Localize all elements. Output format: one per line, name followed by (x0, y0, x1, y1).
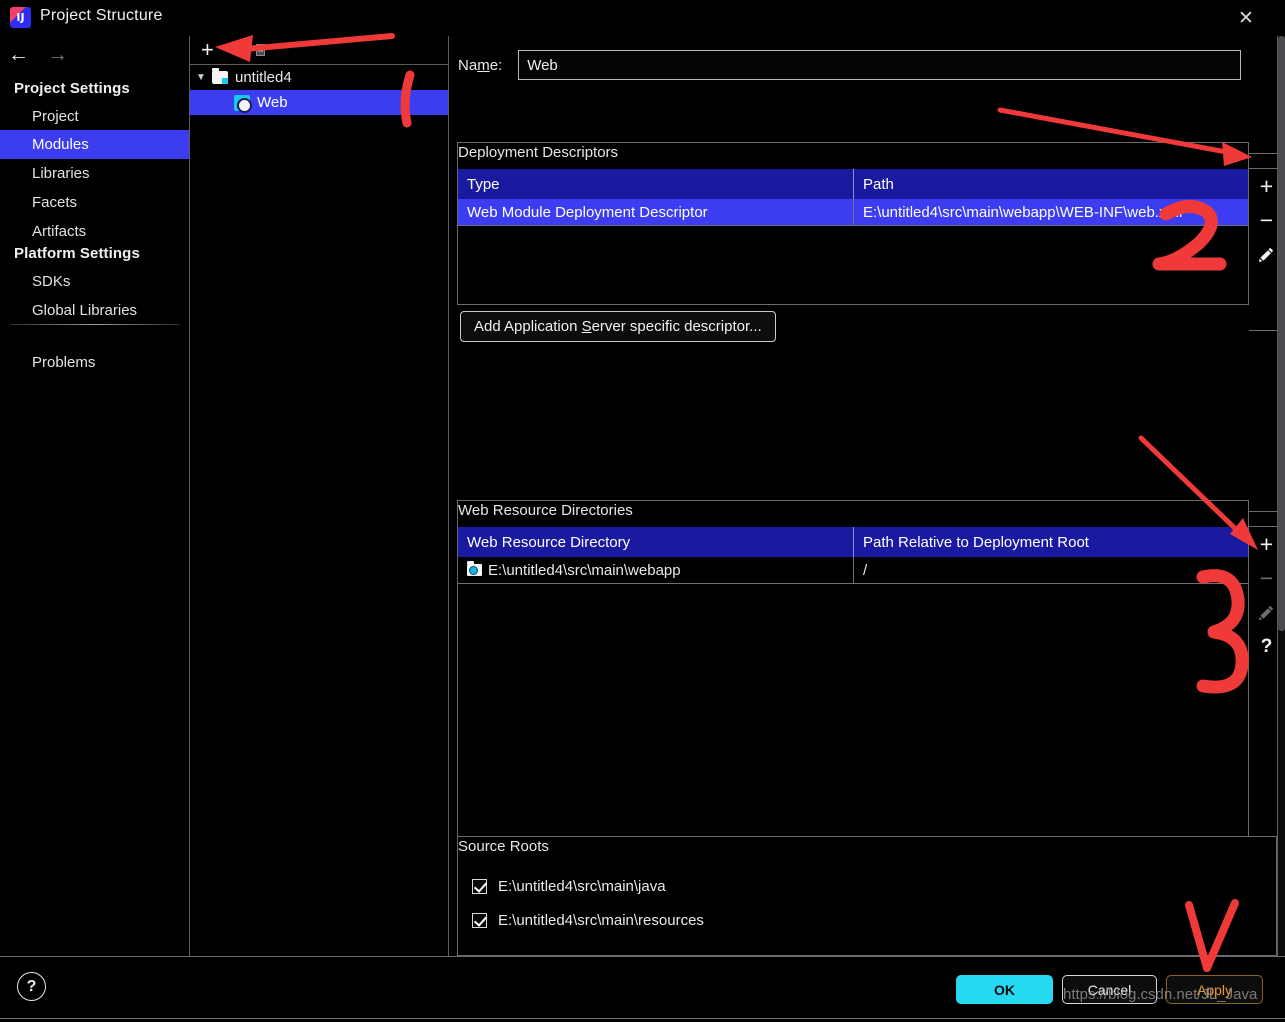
dialog-bottom-edge (0, 1018, 1285, 1019)
sidebar-item-label: SDKs (32, 273, 71, 290)
column-header-path-relative[interactable]: Path Relative to Deployment Root (853, 527, 1248, 557)
window-title: Project Structure (40, 7, 163, 24)
sidebar-heading-project-settings: Project Settings (14, 80, 130, 97)
table-header-row: Type Path (458, 169, 1248, 199)
sidebar-item-label: Project (32, 108, 79, 125)
source-root-item[interactable]: E:\untitled4\src\main\java (458, 869, 1276, 903)
directory-icon (467, 561, 482, 576)
cell-web-resource-directory-label: E:\untitled4\src\main\webapp (488, 561, 681, 579)
sidebar-item-facets[interactable]: Facets (0, 188, 190, 217)
sidebar-item-label: Modules (32, 136, 89, 153)
module-settings-panel: Name: Deployment Descriptors Type Path W… (449, 36, 1285, 956)
sidebar-nav-arrows: ← → (8, 44, 68, 65)
tree-node-label: Web (257, 94, 288, 111)
web-module-icon (234, 94, 252, 113)
web-resource-directories-table: Web Resource Directory Path Relative to … (457, 500, 1249, 850)
sidebar-item-problems[interactable]: Problems (0, 348, 190, 377)
source-roots-list: E:\untitled4\src\main\java E:\untitled4\… (457, 836, 1277, 956)
table-header-row: Web Resource Directory Path Relative to … (458, 527, 1248, 557)
add-module-button[interactable]: + (201, 38, 214, 62)
close-icon[interactable]: ✕ (1233, 5, 1259, 31)
source-roots-group-label: Source Roots (458, 838, 557, 855)
sidebar-item-project[interactable]: Project (0, 102, 190, 131)
source-root-label: E:\untitled4\src\main\java (498, 877, 666, 895)
deployment-descriptors-table: Type Path Web Module Deployment Descript… (457, 142, 1249, 305)
sidebar-item-modules[interactable]: Modules (0, 130, 190, 159)
column-header-path[interactable]: Path (853, 169, 1248, 199)
module-tree-toolbar: + (190, 36, 448, 64)
sidebar-item-label: Global Libraries (32, 302, 138, 319)
column-header-type[interactable]: Type (458, 169, 853, 199)
chevron-down-icon[interactable]: ▼ (190, 72, 212, 83)
module-name-label: Name: (458, 56, 503, 74)
deployment-descriptors-group-label: Deployment Descriptors (458, 144, 627, 161)
tree-node-untitled4[interactable]: ▼ untitled4 (190, 65, 449, 90)
sidebar-item-label: Problems (32, 354, 96, 371)
sidebar-item-label: Facets (32, 194, 78, 211)
title-bar: IJ Project Structure ✕ (0, 0, 1285, 36)
source-root-item[interactable]: E:\untitled4\src\main\resources (458, 903, 1276, 937)
checkbox-icon[interactable] (472, 878, 487, 894)
cell-path: E:\untitled4\src\main\webapp\WEB-INF\web… (853, 199, 1248, 225)
ok-button[interactable]: OK (956, 975, 1053, 1004)
column-header-web-resource-directory[interactable]: Web Resource Directory (458, 527, 853, 557)
watermark-text: https://blog.csdn.net/JL_Java (1063, 986, 1258, 1003)
source-root-label: E:\untitled4\src\main\resources (498, 911, 704, 929)
sidebar-item-label: Artifacts (32, 223, 87, 240)
arrow-left-icon[interactable]: ← (8, 44, 29, 65)
web-resource-directories-group-label: Web Resource Directories (458, 502, 641, 519)
add-app-server-descriptor-button[interactable]: Add Application Server specific descript… (460, 311, 776, 342)
tree-node-label: untitled4 (235, 69, 292, 86)
row-separator (458, 225, 1248, 226)
cell-type: Web Module Deployment Descriptor (467, 203, 708, 221)
sidebar-item-libraries[interactable]: Libraries (0, 159, 190, 188)
sidebar-item-sdks[interactable]: SDKs (0, 267, 190, 296)
module-tree: ▼ untitled4 Web (190, 65, 449, 956)
sidebar-item-global-libraries[interactable]: Global Libraries (0, 296, 190, 325)
tree-node-web[interactable]: Web (190, 90, 449, 115)
sidebar-item-artifacts[interactable]: Artifacts (0, 217, 190, 246)
cell-path-relative: / (853, 557, 1248, 583)
sidebar-divider (10, 324, 180, 325)
module-name-input[interactable] (518, 50, 1242, 80)
table-row[interactable]: Web Module Deployment Descriptor E:\unti… (458, 199, 1248, 225)
question-mark-icon[interactable]: ? (17, 972, 46, 1001)
arrow-right-icon[interactable]: → (47, 44, 68, 65)
copy-module-icon[interactable] (253, 43, 268, 58)
row-separator (458, 583, 1248, 584)
cell-web-resource-directory: E:\untitled4\src\main\webapp (458, 557, 853, 583)
module-name-row: Name: (458, 50, 1242, 80)
project-structure-dialog: IJ Project Structure ✕ ← → Project Setti… (0, 0, 1285, 1022)
table-row[interactable]: E:\untitled4\src\main\webapp / (458, 557, 1248, 583)
checkbox-icon[interactable] (472, 912, 487, 928)
vertical-scrollbar-thumb[interactable] (1278, 36, 1285, 631)
intellij-idea-icon: IJ (10, 7, 31, 28)
sidebar-heading-platform-settings: Platform Settings (14, 245, 140, 262)
sidebar-item-label: Libraries (32, 165, 90, 182)
settings-sidebar: ← → Project Settings Project Modules Lib… (0, 36, 190, 956)
folder-icon (212, 68, 228, 84)
